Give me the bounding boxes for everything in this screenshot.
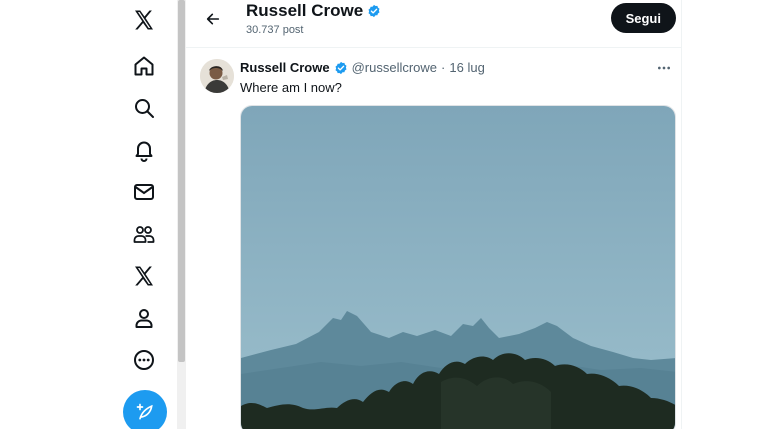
- search-icon[interactable]: [124, 88, 164, 128]
- x-premium-icon[interactable]: [124, 256, 164, 296]
- mail-icon[interactable]: [124, 172, 164, 212]
- bell-icon[interactable]: [124, 130, 164, 170]
- compose-post-button[interactable]: [123, 390, 167, 429]
- post-author-name[interactable]: Russell Crowe: [240, 60, 330, 75]
- post-item[interactable]: Russell Crowe @russellcrowe · 16 lug Whe…: [186, 48, 682, 429]
- verified-badge-icon: [335, 61, 347, 74]
- header-name-text: Russell Crowe: [246, 1, 364, 20]
- home-icon[interactable]: [124, 46, 164, 86]
- more-horizontal-icon: [658, 66, 670, 70]
- post-date[interactable]: 16 lug: [449, 60, 484, 75]
- follow-button[interactable]: Segui: [610, 3, 676, 33]
- profile-header: Russell Crowe 30.737 post Segui: [186, 0, 682, 48]
- scrollbar-thumb[interactable]: [178, 0, 185, 362]
- back-button[interactable]: [196, 4, 230, 34]
- post-media-photo[interactable]: [240, 105, 676, 429]
- post-text: Where am I now?: [240, 80, 342, 95]
- page-title: Russell Crowe: [246, 1, 381, 21]
- avatar[interactable]: [200, 59, 234, 93]
- post-count: 30.737 post: [246, 24, 304, 36]
- verified-badge-icon: [368, 4, 380, 18]
- post-author-handle[interactable]: @russellcrowe: [352, 60, 437, 75]
- more-options-button[interactable]: [652, 58, 676, 78]
- arrow-left-icon: [206, 13, 220, 25]
- landscape-photo: [241, 106, 675, 429]
- feather-plus-icon: [136, 403, 153, 420]
- post-header: Russell Crowe @russellcrowe · 16 lug: [240, 60, 485, 75]
- sidebar-nav: [104, 0, 184, 429]
- profile-icon[interactable]: [124, 298, 164, 338]
- main-column: Russell Crowe 30.737 post Segui Russell …: [186, 0, 682, 429]
- scrollbar[interactable]: [177, 0, 186, 429]
- x-logo-icon[interactable]: [124, 0, 164, 40]
- communities-icon[interactable]: [124, 214, 164, 254]
- meta-separator: ·: [441, 60, 446, 75]
- more-circle-icon[interactable]: [124, 340, 164, 380]
